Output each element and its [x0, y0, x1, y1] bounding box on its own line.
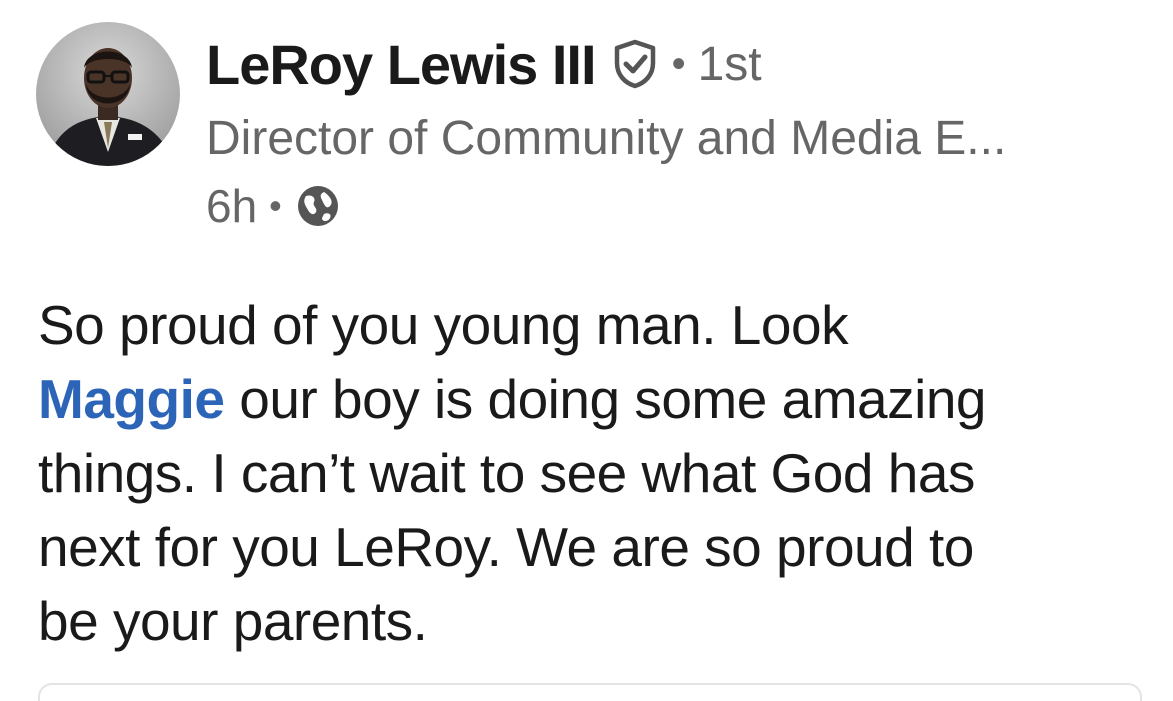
post-timestamp: 6h	[206, 180, 258, 232]
post-header: LeRoy Lewis III • 1st Director of Commun…	[36, 22, 1006, 236]
post-body-line: So proud of you young man. Look	[38, 294, 849, 356]
author-name[interactable]: LeRoy Lewis III	[206, 32, 597, 97]
name-row: LeRoy Lewis III • 1st	[206, 30, 1006, 98]
separator-dot: •	[269, 185, 282, 226]
shield-check-icon	[612, 39, 658, 89]
globe-icon	[294, 182, 342, 230]
feed-post: LeRoy Lewis III • 1st Director of Commun…	[0, 0, 1173, 701]
connection-degree: 1st	[697, 37, 762, 91]
post-body-line: next for you LeRoy. We are so proud to	[38, 516, 974, 578]
author-headline: Director of Community and Media E...	[206, 112, 1007, 165]
post-body-line: Maggie our boy is doing some amazing	[38, 362, 1138, 436]
separator-dot: •	[671, 41, 686, 86]
timestamp-row: 6h •	[206, 176, 1006, 236]
post-body-line: things. I can’t wait to see what God has	[38, 442, 975, 504]
author-avatar[interactable]	[36, 22, 180, 166]
post-body: So proud of you young man. Look Maggie o…	[38, 288, 1138, 658]
post-body-text: our boy is doing some amazing	[224, 368, 986, 430]
author-meta: LeRoy Lewis III • 1st Director of Commun…	[206, 30, 1006, 236]
post-body-line: be your parents.	[38, 590, 428, 652]
shared-content-card[interactable]	[38, 683, 1142, 701]
avatar-photo	[36, 22, 180, 166]
mention-link[interactable]: Maggie	[38, 368, 225, 430]
